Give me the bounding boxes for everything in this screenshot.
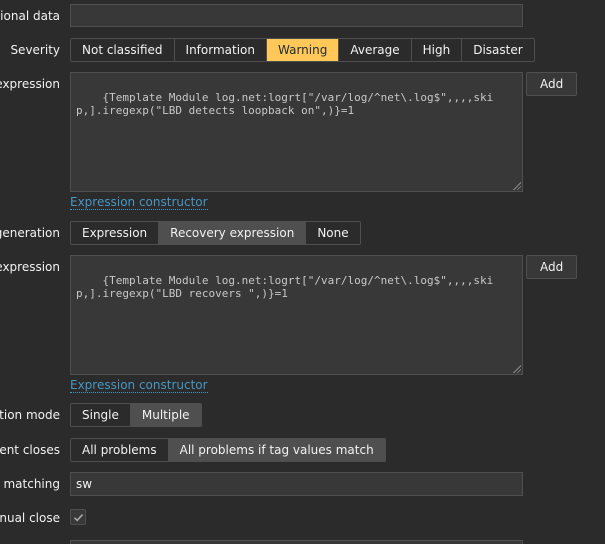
ok-event-generation-label: generation <box>0 226 60 240</box>
generation-mode-selector: Single Multiple <box>70 403 202 427</box>
severity-selector: Not classified Information Warning Average H… <box>70 38 535 62</box>
operational-data-input[interactable] <box>70 4 523 27</box>
tag-matching-input[interactable]: sw <box>70 472 523 496</box>
add-recovery-expression-button[interactable]: Add <box>526 255 578 279</box>
recovery-expression-constructor-link[interactable]: Expression constructor <box>70 378 208 393</box>
ok-event-closes-label: vent closes <box>0 443 60 457</box>
ok-event-closes-option-all-problems[interactable]: All problems <box>71 439 169 461</box>
manual-close-label: anual close <box>0 511 60 525</box>
problem-expression-label: expression <box>0 77 60 91</box>
severity-option-warning[interactable]: Warning <box>267 39 340 61</box>
recovery-expression-textarea[interactable]: {Template Module log.net:logrt["/var/log… <box>70 255 523 375</box>
ok-event-closes-selector: All problems All problems if tag values m… <box>70 438 386 462</box>
tag-matching-label: or matching <box>0 477 60 491</box>
generation-mode-label: ation mode <box>0 408 60 422</box>
trigger-form: ational data Severity Not classifiedInfo… <box>0 0 605 544</box>
generation-mode-option-multiple[interactable]: Multiple <box>130 404 201 426</box>
ok-event-generation-option-expression[interactable]: Expression <box>71 222 160 244</box>
manual-close-checkbox[interactable] <box>70 509 86 525</box>
recovery-expression-text: {Template Module log.net:logrt["/var/log… <box>76 274 494 300</box>
problem-expression-textarea[interactable]: {Template Module log.net:logrt["/var/log… <box>70 72 523 192</box>
severity-option-information[interactable]: Information <box>174 39 267 61</box>
recovery-expression-label: expression <box>0 260 60 274</box>
ok-event-closes-option-all-problems-if-tag-values-match[interactable]: All problems if tag values match <box>168 439 385 461</box>
generation-mode-option-single[interactable]: Single <box>71 404 131 426</box>
problem-expression-text: {Template Module log.net:logrt["/var/log… <box>76 91 494 117</box>
severity-option-average[interactable]: Average <box>339 39 412 61</box>
ok-event-generation-option-recovery-expression[interactable]: Recovery expression <box>159 222 307 244</box>
ok-event-generation-option-none[interactable]: None <box>306 222 360 244</box>
checkmark-icon <box>73 514 84 522</box>
next-field-partial[interactable] <box>70 540 523 544</box>
severity-option-disaster[interactable]: Disaster <box>462 39 534 61</box>
severity-label: Severity <box>10 43 60 57</box>
severity-option-not-classified[interactable]: Not classified <box>71 39 175 61</box>
severity-option-high[interactable]: High <box>411 39 463 61</box>
ok-event-generation-selector: Expression Recovery expression None <box>70 221 361 245</box>
resize-grip-icon[interactable] <box>512 364 521 373</box>
add-problem-expression-button[interactable]: Add <box>526 72 578 96</box>
operational-data-label: ational data <box>0 9 60 23</box>
resize-grip-icon[interactable] <box>512 181 521 190</box>
problem-expression-constructor-link[interactable]: Expression constructor <box>70 195 208 210</box>
